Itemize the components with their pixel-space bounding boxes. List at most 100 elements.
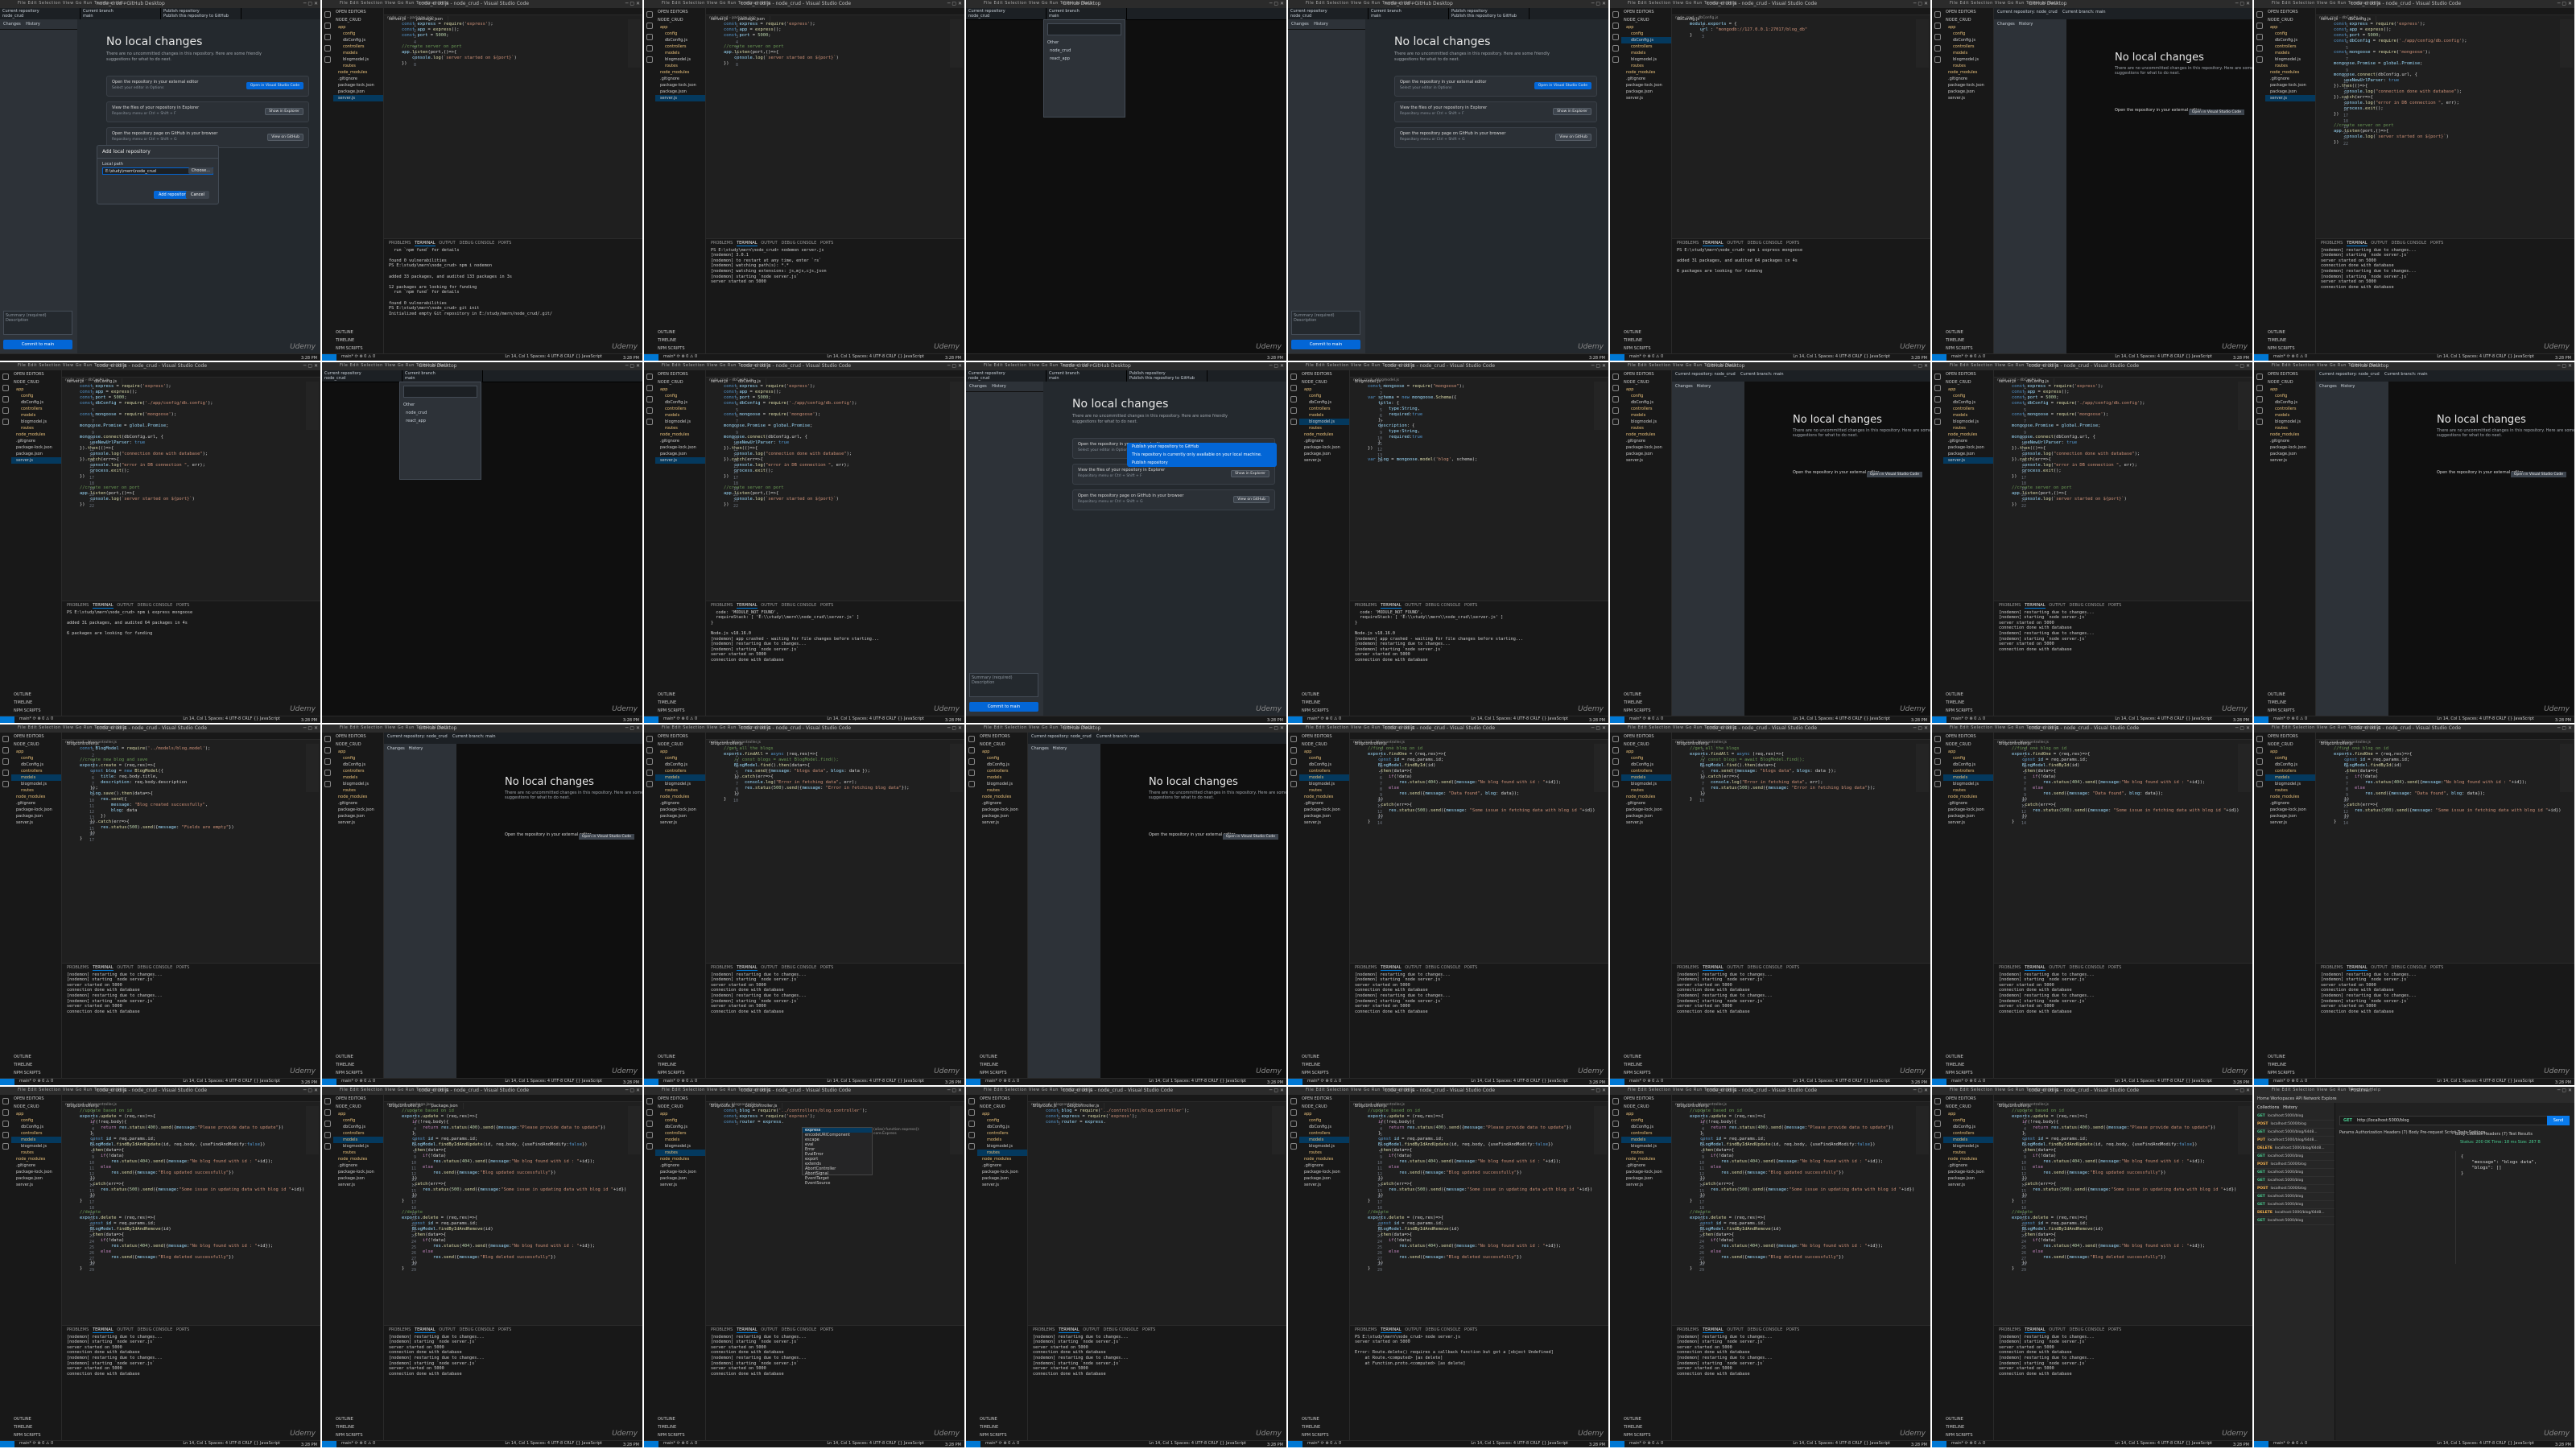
outline-section[interactable]: OUTLINE: [11, 691, 61, 699]
suggestion-button[interactable]: Show in Explorer: [1231, 470, 1269, 477]
terminal-panel[interactable]: PROBLEMS TERMINAL OUTPUT DEBUG CONSOLE P…: [2316, 237, 2574, 354]
commit-button[interactable]: Commit to main: [969, 702, 1038, 712]
explorer-item[interactable]: .gitignore: [11, 1162, 61, 1169]
outline-section[interactable]: OUTLINE: [1621, 1053, 1671, 1061]
explorer-item[interactable]: server.js: [333, 95, 383, 101]
run-debug-icon[interactable]: [646, 45, 653, 52]
explorer-item[interactable]: app: [333, 1111, 383, 1117]
explorer-item[interactable]: controllers: [333, 1130, 383, 1137]
terminal-tab[interactable]: PORTS: [820, 965, 833, 970]
explorer-icon[interactable]: [1612, 11, 1619, 18]
explorer-item[interactable]: package-lock.json: [333, 807, 383, 813]
workspace-folder[interactable]: NODE_CRUD: [2265, 16, 2315, 24]
explorer-icon[interactable]: [2, 736, 9, 742]
explorer-item[interactable]: controllers: [1943, 43, 1993, 50]
terminal-tab[interactable]: OUTPUT: [117, 965, 133, 970]
explorer-item[interactable]: models: [2265, 774, 2315, 781]
breadcrumb[interactable]: node_crud › blogcontroller.js: [2316, 740, 2574, 745]
minimap[interactable]: [306, 744, 319, 792]
explorer-item[interactable]: server.js: [1299, 1182, 1349, 1188]
extensions-icon[interactable]: [1290, 781, 1297, 787]
explorer-item[interactable]: package-lock.json: [1943, 82, 1993, 89]
terminal-tab[interactable]: DEBUG CONSOLE: [2391, 965, 2426, 970]
code-text[interactable]: const mongoose = require("mongoose"); va…: [1350, 383, 1608, 463]
npm-scripts-section[interactable]: NPM SCRIPTS: [655, 707, 705, 715]
explorer-item[interactable]: dbConfig.js: [977, 762, 1027, 768]
explorer-item[interactable]: package-lock.json: [977, 1169, 1027, 1175]
explorer-item[interactable]: package.json: [1299, 1175, 1349, 1182]
breadcrumb[interactable]: node_crud › blogcontroller.js: [706, 1102, 964, 1108]
terminal-tab[interactable]: OUTPUT: [439, 241, 455, 246]
explorer-item[interactable]: package.json: [1299, 451, 1349, 457]
explorer-item[interactable]: package.json: [1621, 451, 1671, 457]
explorer-item[interactable]: app: [1621, 1111, 1671, 1117]
terminal-tab[interactable]: TERMINAL: [93, 1327, 114, 1333]
workspace-folder[interactable]: NODE_CRUD: [655, 741, 705, 749]
code-editor[interactable]: blogcontroller.js node_crud › blogcontrol…: [62, 733, 320, 956]
run-debug-icon[interactable]: [324, 45, 331, 52]
open-editors-header[interactable]: OPEN EDITORS: [11, 733, 61, 741]
code-text[interactable]: const express = require('express'); cons…: [1994, 383, 2252, 508]
extensions-icon[interactable]: [2, 1143, 9, 1150]
explorer-item[interactable]: controllers: [11, 768, 61, 774]
explorer-item[interactable]: node_modules: [333, 794, 383, 800]
commit-summary-input[interactable]: Summary (required) Description: [1291, 311, 1360, 335]
explorer-item[interactable]: package.json: [1621, 89, 1671, 95]
workspace-folder[interactable]: NODE_CRUD: [977, 741, 1027, 749]
explorer-item[interactable]: server.js: [655, 1182, 705, 1188]
outline-section[interactable]: OUTLINE: [11, 1053, 61, 1061]
window-controls[interactable]: ─ ▢ ✕: [303, 725, 318, 731]
explorer-item[interactable]: node_modules: [1621, 431, 1671, 438]
explorer-item[interactable]: node_modules: [1621, 1156, 1671, 1162]
outline-section[interactable]: OUTLINE: [1943, 691, 1993, 699]
terminal-panel[interactable]: PROBLEMS TERMINAL OUTPUT DEBUG CONSOLE P…: [706, 237, 964, 354]
terminal-panel[interactable]: PROBLEMS TERMINAL OUTPUT DEBUG CONSOLE P…: [1028, 1324, 1286, 1441]
terminal-tab[interactable]: DEBUG CONSOLE: [781, 1327, 816, 1332]
extensions-icon[interactable]: [968, 781, 975, 787]
source-control-icon[interactable]: [1612, 1121, 1619, 1127]
suggestion-button[interactable]: Open in Visual Studio Code: [1222, 834, 1278, 840]
explorer-item[interactable]: routes: [1299, 787, 1349, 794]
repo-list-item[interactable]: node_crud: [1044, 47, 1125, 55]
search-icon[interactable]: [324, 1109, 331, 1116]
explorer-item[interactable]: routes: [1621, 787, 1671, 794]
suggestion-button[interactable]: View on GitHub: [1233, 496, 1269, 503]
window-controls[interactable]: ─ ▢ ✕: [625, 363, 640, 369]
explorer-item[interactable]: node_modules: [977, 794, 1027, 800]
explorer-item[interactable]: app: [1943, 749, 1993, 755]
search-icon[interactable]: [1612, 385, 1619, 391]
open-editors-header[interactable]: OPEN EDITORS: [977, 1095, 1027, 1103]
outline-section[interactable]: OUTLINE: [977, 1415, 1027, 1423]
npm-scripts-section[interactable]: NPM SCRIPTS: [333, 1431, 383, 1439]
open-editors-header[interactable]: OPEN EDITORS: [11, 370, 61, 378]
code-text[interactable]: //update based on id exports.update = (r…: [1350, 1108, 1608, 1272]
terminal-panel[interactable]: PROBLEMS TERMINAL OUTPUT DEBUG CONSOLE P…: [2316, 962, 2574, 1079]
explorer-item[interactable]: server.js: [1621, 457, 1671, 464]
window-controls[interactable]: ─ ▢ ✕: [1913, 363, 1928, 369]
terminal-panel[interactable]: PROBLEMS TERMINAL OUTPUT DEBUG CONSOLE P…: [1994, 962, 2252, 1079]
explorer-item[interactable]: dbConfig.js: [2265, 399, 2315, 406]
explorer-item[interactable]: config: [977, 1117, 1027, 1124]
terminal-tab[interactable]: PROBLEMS: [711, 965, 733, 970]
code-editor[interactable]: server.js dbConfig.js node_crud › dbConfig…: [706, 370, 964, 594]
workspace-folder[interactable]: NODE_CRUD: [11, 378, 61, 386]
terminal-output[interactable]: PS E:\study\mern\node_crud> node server.…: [1350, 1334, 1608, 1368]
explorer-item[interactable]: package-lock.json: [2265, 444, 2315, 451]
explorer-item[interactable]: config: [1943, 31, 1993, 37]
explorer-item[interactable]: app: [2265, 749, 2315, 755]
terminal-tab[interactable]: DEBUG CONSOLE: [1425, 603, 1460, 608]
explorer-icon[interactable]: [324, 1098, 331, 1104]
terminal-panel[interactable]: PROBLEMS TERMINAL OUTPUT DEBUG CONSOLE P…: [62, 1324, 320, 1441]
window-controls[interactable]: ─ ▢ ✕: [1591, 1, 1606, 6]
outline-section[interactable]: OUTLINE: [11, 1415, 61, 1423]
explorer-item[interactable]: controllers: [1299, 1130, 1349, 1137]
history-item[interactable]: POST localhost:5000/blog: [2254, 1161, 2334, 1169]
explorer-icon[interactable]: [1612, 736, 1619, 742]
explorer-icon[interactable]: [968, 736, 975, 742]
explorer-item[interactable]: routes: [11, 425, 61, 431]
explorer-item[interactable]: server.js: [977, 819, 1027, 826]
code-editor[interactable]: server.js package.json node_crud › package…: [706, 8, 964, 232]
code-editor[interactable]: blogcontroller.js node_crud › blogcontrol…: [1994, 1095, 2252, 1319]
explorer-icon[interactable]: [1290, 736, 1297, 742]
outline-section[interactable]: OUTLINE: [2265, 691, 2315, 699]
